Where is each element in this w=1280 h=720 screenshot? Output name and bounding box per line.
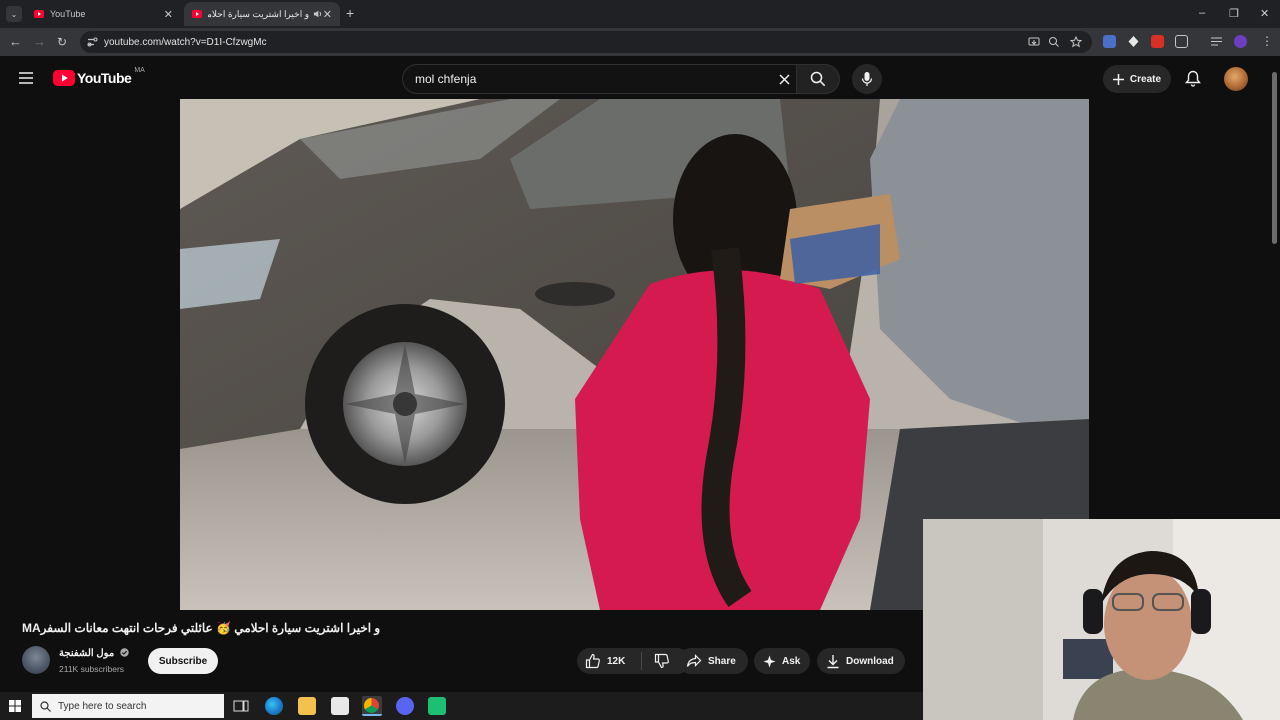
tab-search-button[interactable]: ⌄: [6, 6, 22, 22]
subscribe-button[interactable]: Subscribe: [148, 648, 218, 674]
minimize-button[interactable]: –: [1199, 7, 1205, 19]
notifications-bell-icon[interactable]: [1185, 70, 1201, 87]
red-extension-icon[interactable]: [1151, 35, 1164, 48]
tab-close-icon[interactable]: ✕: [164, 8, 173, 21]
youtube-play-logo-icon: [53, 70, 75, 86]
address-bar[interactable]: youtube.com/watch?v=D1I-CfzwgMc: [80, 31, 1092, 53]
browser-menu-icon[interactable]: ⋮: [1261, 34, 1273, 48]
chrome-taskbar-button[interactable]: [362, 696, 382, 716]
clear-search-icon[interactable]: [779, 74, 790, 85]
new-tab-button[interactable]: +: [346, 5, 354, 21]
tab-video[interactable]: و اخيرا اشتريت سيارة احلامي ✕: [184, 2, 340, 26]
zoom-icon[interactable]: [1048, 36, 1060, 48]
browser-tab-bar: ⌄ YouTube ✕ و اخيرا اشتريت سيارة احلامي …: [0, 0, 1280, 28]
sparkle-icon: [763, 655, 776, 667]
channel-name-text: مول الشفنجة: [59, 648, 115, 659]
webcam-feed: [923, 519, 1280, 720]
microsoft-store-icon[interactable]: [331, 697, 349, 715]
search-icon: [810, 71, 826, 87]
search-icon: [40, 701, 51, 712]
thumbs-up-icon: [585, 653, 600, 669]
forward-arrow-icon[interactable]: →: [33, 34, 46, 50]
restore-button[interactable]: ❐: [1229, 7, 1239, 20]
download-button[interactable]: Download: [817, 648, 905, 674]
bookmark-star-icon[interactable]: [1070, 36, 1082, 48]
back-arrow-icon[interactable]: ←: [9, 34, 22, 50]
tab-close-icon[interactable]: ✕: [323, 8, 332, 21]
translate-extension-icon[interactable]: [1103, 35, 1116, 48]
file-explorer-icon[interactable]: [298, 697, 316, 715]
like-dislike-group: 12K: [577, 648, 690, 674]
youtube-header: YouTube MA mol chfenja Create: [0, 56, 1268, 100]
channel-name[interactable]: مول الشفنجة: [59, 648, 129, 659]
diamond-extension-icon[interactable]: [1127, 35, 1140, 48]
hamburger-menu-icon[interactable]: [18, 71, 34, 85]
account-avatar[interactable]: [1224, 67, 1248, 91]
subscriber-count: 211K subscribers: [59, 664, 125, 674]
green-app-icon[interactable]: [428, 697, 446, 715]
webcam-overlay: [923, 519, 1280, 720]
reload-icon[interactable]: ↻: [57, 34, 67, 50]
ask-button[interactable]: Ask: [754, 648, 810, 674]
share-label: Share: [708, 655, 736, 667]
create-label: Create: [1129, 73, 1162, 85]
tab-title: YouTube: [50, 9, 86, 19]
chrome-icon: [364, 698, 379, 713]
windows-start-icon[interactable]: [9, 700, 21, 712]
channel-avatar[interactable]: [22, 646, 50, 674]
taskbar-search-placeholder: Type here to search: [58, 700, 147, 712]
logo-text: YouTube: [77, 70, 132, 86]
search-query: mol chfenja: [415, 72, 477, 86]
youtube-favicon-icon: [34, 10, 44, 18]
microphone-icon: [861, 72, 873, 86]
install-app-icon[interactable]: [1028, 36, 1040, 48]
taskbar-search-input[interactable]: Type here to search: [32, 694, 224, 718]
like-count: 12K: [607, 655, 626, 667]
share-arrow-icon: [686, 654, 702, 667]
reading-list-icon[interactable]: [1210, 35, 1223, 48]
task-view-icon[interactable]: [232, 697, 250, 715]
search-button[interactable]: [796, 64, 840, 94]
verified-badge-icon: [120, 648, 129, 657]
video-title: و اخيرا اشتريت سيارة احلامي 🥳 عائلتي فرح…: [22, 621, 381, 635]
search-input[interactable]: mol chfenja: [402, 64, 796, 94]
discord-icon[interactable]: [396, 697, 414, 715]
url-text: youtube.com/watch?v=D1I-CfzwgMc: [104, 36, 267, 48]
like-button[interactable]: 12K: [577, 653, 637, 669]
close-window-button[interactable]: ✕: [1260, 7, 1269, 20]
download-icon: [827, 654, 839, 668]
extensions-puzzle-icon[interactable]: [1175, 35, 1188, 48]
windows-taskbar: Type here to search: [0, 692, 923, 720]
browser-toolbar: ← → ↻ youtube.com/watch?v=D1I-CfzwgMc ⋮: [0, 28, 1280, 56]
scrollbar-thumb[interactable]: [1272, 72, 1277, 244]
ask-label: Ask: [782, 655, 801, 667]
download-label: Download: [846, 655, 894, 667]
tab-title: و اخيرا اشتريت سيارة احلامي: [208, 8, 310, 19]
voice-search-button[interactable]: [852, 64, 882, 94]
share-button[interactable]: Share: [678, 648, 748, 674]
youtube-logo[interactable]: YouTube MA: [53, 66, 145, 86]
create-button[interactable]: Create: [1103, 65, 1171, 93]
thumbs-down-icon: [654, 653, 669, 669]
dislike-button[interactable]: [642, 653, 670, 669]
edge-browser-icon[interactable]: [265, 697, 283, 715]
plus-icon: [1112, 73, 1124, 85]
country-code: MA: [134, 66, 145, 74]
tab-youtube[interactable]: YouTube ✕: [26, 2, 181, 26]
audio-playing-icon[interactable]: [313, 9, 323, 19]
profile-avatar-icon[interactable]: [1234, 35, 1247, 48]
site-info-icon[interactable]: [87, 37, 98, 47]
youtube-favicon-icon: [192, 10, 202, 18]
